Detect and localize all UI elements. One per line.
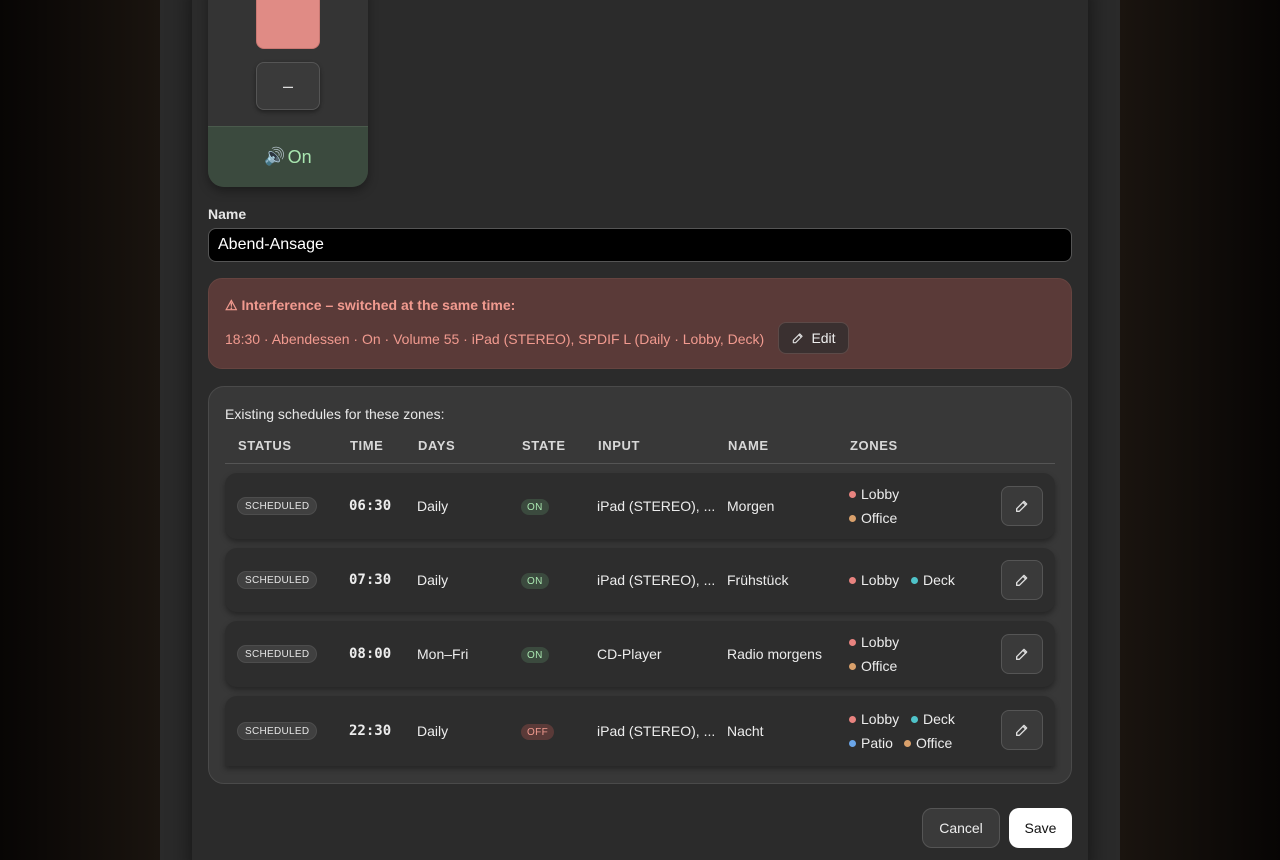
zone-dot xyxy=(849,514,856,522)
schedule-name: Morgen xyxy=(727,498,775,514)
zone-dot xyxy=(849,490,856,498)
zone-tag: Deck xyxy=(911,711,955,727)
header-divider xyxy=(225,463,1055,464)
column-header-input: INPUT xyxy=(598,438,640,453)
zone-tag: Lobby xyxy=(849,572,899,588)
schedule-time: 06:30 xyxy=(349,498,392,514)
interference-title: ⚠ Interference – switched at the same ti… xyxy=(225,297,516,313)
zone-tag: Deck xyxy=(911,572,955,588)
schedule-days: Daily xyxy=(417,572,449,588)
state-badge: ON xyxy=(521,647,549,663)
schedule-input: CD-Player xyxy=(597,646,662,662)
name-label: Name xyxy=(208,206,247,222)
edit-button-label: Edit xyxy=(811,330,836,346)
volume-down-button[interactable]: – xyxy=(256,62,320,110)
schedule-row[interactable]: SCHEDULED 07:30 Daily ON iPad (STEREO), … xyxy=(225,548,1055,612)
zone-dot xyxy=(911,576,918,584)
schedule-name: Radio morgens xyxy=(727,646,822,662)
backdrop-left xyxy=(0,0,160,860)
mute-toggle-button[interactable]: 🔊 On xyxy=(208,126,368,187)
interference-edit-button[interactable]: Edit xyxy=(778,322,849,354)
column-header-state: STATE xyxy=(522,438,566,453)
existing-schedules-panel: Existing schedules for these zones: STAT… xyxy=(208,386,1072,784)
zone-dot xyxy=(849,576,856,584)
zone-dot xyxy=(849,715,856,723)
zone-tag: Office xyxy=(849,510,897,526)
mute-toggle-label: On xyxy=(287,146,312,167)
schedule-input: iPad (STEREO), ... xyxy=(597,498,716,514)
zone-dot xyxy=(911,715,918,723)
schedule-row[interactable]: SCHEDULED 06:30 Daily ON iPad (STEREO), … xyxy=(225,473,1055,539)
row-edit-button[interactable] xyxy=(1001,560,1043,600)
zone-tag: Lobby xyxy=(849,486,899,502)
zone-dot xyxy=(904,739,911,747)
schedule-row[interactable]: SCHEDULED 08:00 Mon–Fri ON CD-Player Rad… xyxy=(225,621,1055,687)
column-header-days: DAYS xyxy=(418,438,456,453)
zone-tag: Lobby xyxy=(849,634,899,650)
schedule-row[interactable]: SCHEDULED 22:30 Daily OFF iPad (STEREO),… xyxy=(225,696,1055,766)
schedule-time: 22:30 xyxy=(349,723,392,739)
schedule-name: Nacht xyxy=(727,723,764,739)
schedule-days: Daily xyxy=(417,723,449,739)
schedule-input: iPad (STEREO), ... xyxy=(597,723,716,739)
schedule-days: Daily xyxy=(417,498,449,514)
zone-dot xyxy=(849,662,856,670)
row-edit-button[interactable] xyxy=(1001,486,1043,526)
schedule-time: 08:00 xyxy=(349,646,392,662)
speaker-icon: 🔊 xyxy=(264,147,286,166)
schedule-time: 07:30 xyxy=(349,572,392,588)
column-header-status: STATUS xyxy=(238,438,292,453)
zone-dot xyxy=(849,739,856,747)
pencil-icon xyxy=(1016,574,1028,586)
state-badge: ON xyxy=(521,573,549,589)
save-button[interactable]: Save xyxy=(1009,808,1072,848)
pencil-icon xyxy=(793,333,804,344)
state-badge: ON xyxy=(521,499,549,515)
status-badge: SCHEDULED xyxy=(237,571,318,589)
pencil-icon xyxy=(1016,500,1028,512)
zone-tag: Office xyxy=(904,735,952,751)
row-edit-button[interactable] xyxy=(1001,710,1043,750)
schedule-name: Frühstück xyxy=(727,572,789,588)
pencil-icon xyxy=(1016,648,1028,660)
state-badge: OFF xyxy=(521,724,555,740)
pencil-icon xyxy=(1016,724,1028,736)
status-badge: SCHEDULED xyxy=(237,497,318,515)
interference-detail: 18:30 · Abendessen · On · Volume 55 · iP… xyxy=(225,331,765,347)
zone-tag: Patio xyxy=(849,735,893,751)
cancel-button[interactable]: Cancel xyxy=(922,808,1000,848)
name-input[interactable] xyxy=(208,228,1072,262)
column-header-zones: ZONES xyxy=(850,438,898,453)
status-badge: SCHEDULED xyxy=(237,722,318,740)
zone-tag: Lobby xyxy=(849,711,899,727)
zone-dot xyxy=(849,638,856,646)
volume-control: – 🔊 On xyxy=(208,0,368,187)
row-edit-button[interactable] xyxy=(1001,634,1043,674)
schedule-days: Mon–Fri xyxy=(417,646,469,662)
schedules-title: Existing schedules for these zones: xyxy=(225,406,445,422)
zone-tag: Office xyxy=(849,658,897,674)
backdrop-right xyxy=(1120,0,1280,860)
schedule-input: iPad (STEREO), ... xyxy=(597,572,716,588)
column-header-name: NAME xyxy=(728,438,769,453)
status-badge: SCHEDULED xyxy=(237,645,318,663)
volume-level-bar[interactable] xyxy=(256,0,320,49)
interference-warning: ⚠ Interference – switched at the same ti… xyxy=(208,278,1072,369)
column-header-time: TIME xyxy=(350,438,384,453)
